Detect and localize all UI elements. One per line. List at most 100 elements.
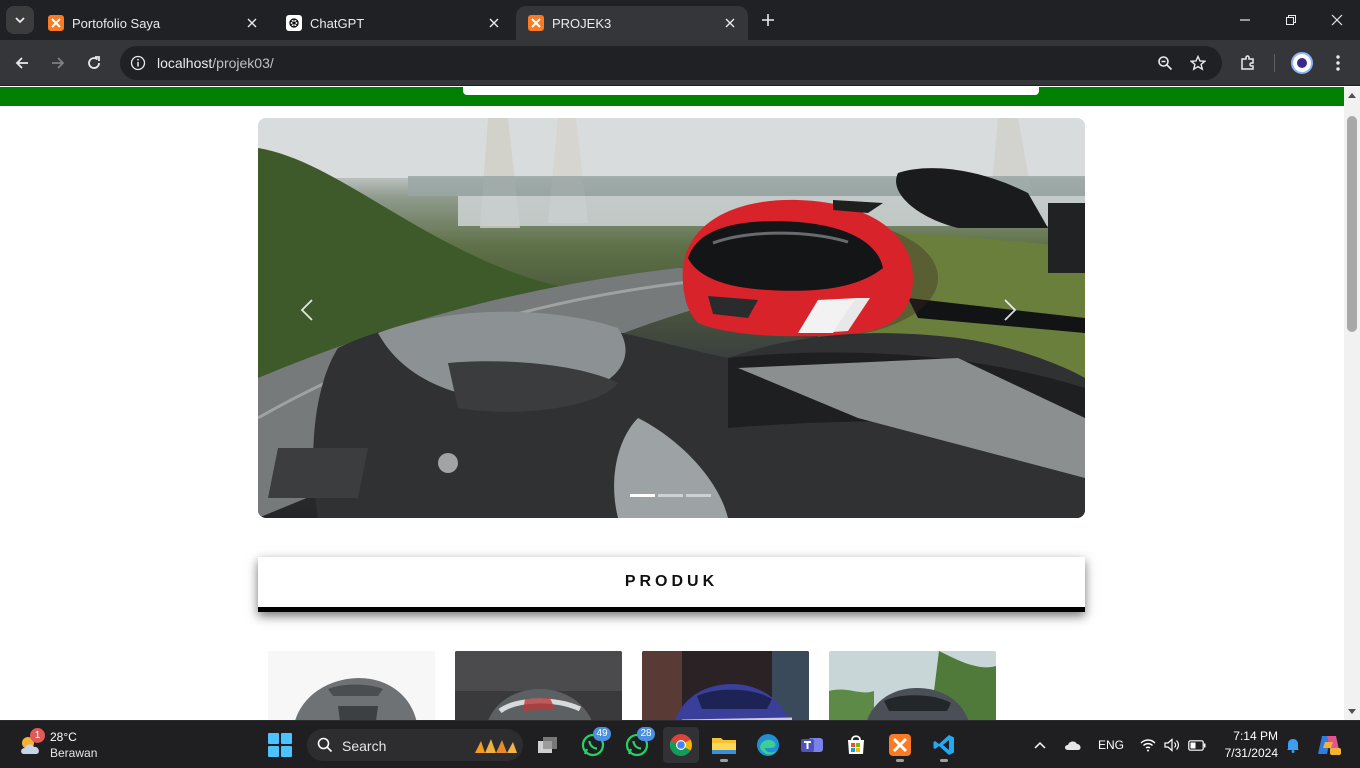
scroll-up-icon[interactable] — [1344, 87, 1360, 103]
weather-widget[interactable]: 1 28°C Berawan — [16, 728, 126, 762]
carousel-indicator-2[interactable] — [658, 494, 683, 497]
teams-app[interactable] — [794, 727, 830, 763]
store-icon — [848, 735, 864, 754]
product-card[interactable] — [268, 651, 435, 720]
chevron-left-icon — [300, 299, 313, 321]
carousel-indicator-1[interactable] — [630, 494, 655, 497]
xampp-icon — [528, 15, 544, 31]
weather-condition: Berawan — [50, 746, 98, 760]
close-tab-icon[interactable] — [242, 13, 262, 33]
volume-icon[interactable] — [1163, 734, 1181, 756]
clock[interactable]: 7:14 PM 7/31/2024 — [1210, 728, 1278, 762]
carousel-prev-button[interactable] — [300, 298, 340, 338]
product-card[interactable] — [455, 651, 622, 720]
bookmark-star-icon[interactable] — [1186, 51, 1210, 75]
restore-button[interactable] — [1279, 8, 1303, 32]
battery-icon[interactable] — [1187, 734, 1207, 756]
tab-title: ChatGPT — [310, 15, 365, 31]
language-indicator[interactable]: ENG — [1096, 734, 1126, 756]
forward-button[interactable] — [46, 51, 70, 75]
tab-projek3[interactable]: PROJEK3 — [516, 6, 748, 40]
wifi-icon[interactable] — [1139, 734, 1157, 756]
url-path: /projek03/ — [212, 55, 274, 71]
new-tab-button[interactable] — [758, 10, 778, 30]
vscode-icon — [933, 735, 954, 755]
hero-carousel — [258, 118, 1085, 518]
url-host: localhost — [157, 55, 213, 71]
zoom-icon[interactable] — [1153, 51, 1177, 75]
scroll-down-icon[interactable] — [1344, 704, 1360, 720]
restore-icon — [1286, 15, 1296, 25]
tab-chatgpt[interactable]: ChatGPT — [274, 6, 512, 40]
plus-icon — [762, 14, 774, 26]
close-icon — [1331, 14, 1343, 26]
browser-toolbar: localhost/projek03/ — [0, 40, 1360, 86]
xampp-icon — [889, 734, 911, 756]
show-hidden-icons-button[interactable] — [1032, 734, 1048, 756]
extensions-button[interactable] — [1236, 51, 1260, 75]
scrollbar-thumb[interactable] — [1347, 116, 1357, 332]
url-text[interactable]: localhost/projek03/ — [157, 55, 274, 71]
vscode-app[interactable] — [926, 727, 962, 763]
menu-button[interactable] — [1326, 51, 1350, 75]
whatsapp-app-1[interactable]: 49 — [575, 727, 611, 763]
taskbar-search-placeholder: Search — [342, 738, 387, 754]
windows-logo-icon — [268, 733, 279, 744]
section-title: PRODUK — [624, 573, 719, 590]
reload-button[interactable] — [82, 51, 106, 75]
page-viewport: PRODUK — [0, 87, 1344, 720]
chevron-right-icon — [1004, 299, 1017, 321]
taskbar-search[interactable]: Search — [307, 729, 523, 761]
search-highlight-icon — [475, 739, 517, 753]
whatsapp-app-2[interactable]: 28 — [619, 727, 655, 763]
edge-icon — [757, 734, 779, 756]
chatgpt-icon — [286, 15, 302, 31]
tab-portofolio[interactable]: Portofolio Saya — [36, 6, 270, 40]
task-view-icon — [538, 737, 557, 753]
store-app[interactable] — [838, 727, 874, 763]
more-vert-icon — [1336, 55, 1340, 71]
minimize-icon — [1240, 19, 1250, 21]
toolbar-divider — [1274, 54, 1275, 72]
navbar-search-box[interactable] — [463, 87, 1039, 95]
carousel-indicators — [630, 494, 711, 497]
edge-app[interactable] — [750, 727, 786, 763]
carousel-next-button[interactable] — [1003, 298, 1043, 338]
xampp-app[interactable] — [882, 727, 918, 763]
product-card[interactable] — [642, 651, 809, 720]
start-button[interactable] — [268, 733, 292, 757]
onedrive-icon[interactable] — [1063, 734, 1083, 756]
chevron-up-icon — [1034, 741, 1046, 749]
helmet-gray-image — [268, 651, 435, 720]
profile-avatar[interactable] — [1291, 52, 1313, 74]
task-view-button[interactable] — [530, 727, 566, 763]
notification-bell-icon[interactable] — [1284, 734, 1302, 756]
site-info-icon[interactable] — [126, 51, 150, 75]
product-card[interactable] — [829, 651, 996, 720]
chevron-down-icon — [15, 17, 25, 24]
file-explorer-app[interactable] — [706, 727, 742, 763]
clock-date: 7/31/2024 — [1224, 746, 1278, 760]
tab-title: PROJEK3 — [552, 15, 612, 31]
helmet-blue-image — [642, 651, 809, 720]
reload-icon — [88, 56, 100, 69]
back-button[interactable] — [10, 51, 34, 75]
close-window-button[interactable] — [1325, 8, 1349, 32]
helmet-dark-image — [829, 651, 996, 720]
address-bar[interactable]: localhost/projek03/ — [120, 46, 1222, 80]
tab-search-button[interactable] — [6, 6, 34, 34]
minimize-button[interactable] — [1233, 8, 1257, 32]
page-scrollbar[interactable] — [1344, 87, 1360, 720]
puzzle-icon — [1241, 55, 1254, 70]
windows-taskbar: 1 28°C Berawan Search 49 28 ENG 7:14 PM … — [0, 720, 1360, 768]
copilot-icon[interactable] — [1316, 734, 1342, 756]
close-tab-icon[interactable] — [484, 13, 504, 33]
weather-badge: 1 — [30, 728, 45, 743]
search-icon — [317, 737, 333, 753]
arrow-right-icon — [52, 57, 65, 69]
close-tab-icon[interactable] — [720, 13, 740, 33]
carousel-indicator-3[interactable] — [686, 494, 711, 497]
chrome-app[interactable] — [663, 727, 699, 763]
notification-badge: 28 — [637, 727, 655, 741]
carousel-slide-image — [258, 118, 1085, 518]
